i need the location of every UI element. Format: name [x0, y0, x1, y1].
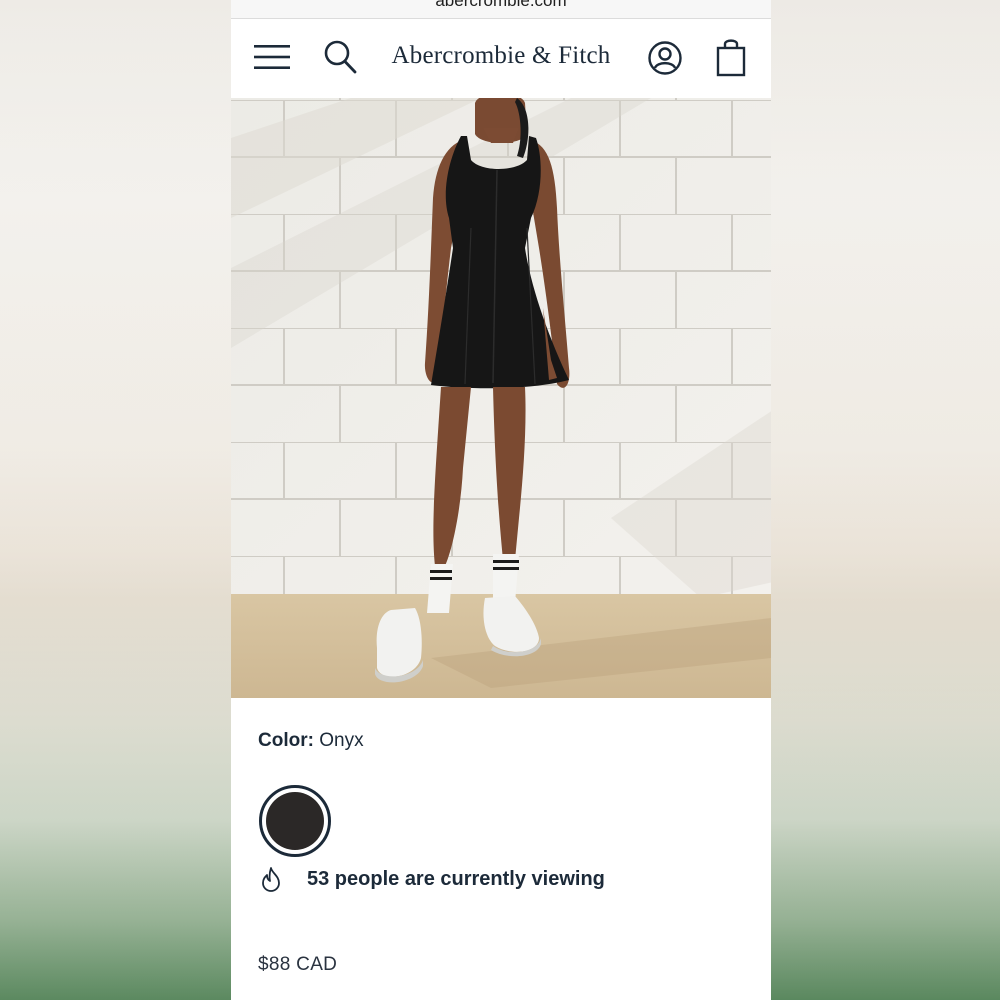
account-icon[interactable]	[647, 39, 683, 77]
shopping-bag-icon[interactable]	[715, 36, 747, 78]
blurred-backdrop-right	[771, 0, 1000, 1000]
url-text: abercrombie.com	[435, 0, 567, 10]
search-icon[interactable]	[323, 38, 359, 76]
product-image[interactable]	[231, 98, 771, 698]
color-value: Onyx	[319, 730, 364, 751]
color-swatch-onyx[interactable]	[259, 785, 331, 857]
product-price: $88 CAD	[258, 954, 338, 975]
browser-url-bar[interactable]: abercrombie.com	[231, 0, 771, 19]
blurred-backdrop-left	[0, 0, 231, 1000]
flame-icon	[259, 866, 283, 892]
mobile-screen: abercrombie.com Abercrombie & Fitch Colo…	[231, 0, 771, 1000]
swatch-fill	[266, 792, 324, 850]
product-info: Color: Onyx 53 people are currently view…	[231, 698, 771, 1000]
menu-icon[interactable]	[253, 40, 291, 74]
brand-logo[interactable]: Abercrombie & Fitch	[389, 42, 613, 70]
color-label: Color:	[258, 730, 314, 751]
site-header: Abercrombie & Fitch	[231, 20, 771, 98]
color-selection-label: Color: Onyx	[258, 730, 364, 752]
viewing-count-text: 53 people are currently viewing	[307, 868, 605, 890]
